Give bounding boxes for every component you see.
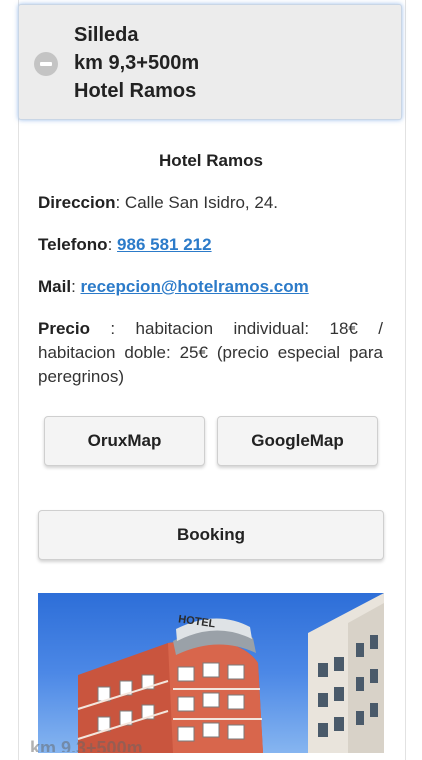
mail-line: Mail: recepcion@hotelramos.com	[38, 275, 383, 299]
hotel-title: Hotel Ramos	[159, 151, 263, 170]
oruxmap-button[interactable]: OruxMap	[44, 416, 205, 466]
phone-separator: :	[107, 235, 118, 254]
mail-label: Mail	[38, 277, 72, 296]
price-value: : habitacion individual: 18€ / habitacio…	[38, 319, 383, 386]
header-text: Silleda km 9,3+500m Hotel Ramos	[74, 21, 199, 105]
booking-button[interactable]: Booking	[38, 510, 384, 560]
collapse-minus-icon[interactable]	[34, 52, 58, 76]
phone-label: Telefono	[38, 235, 108, 254]
hotel-building-image: HOTEL	[77, 593, 384, 753]
price-label: Precio	[38, 319, 90, 338]
section-header[interactable]: Silleda km 9,3+500m Hotel Ramos	[18, 4, 402, 120]
hotel-photo: HOTEL	[38, 593, 384, 753]
mail-separator: :	[71, 277, 81, 296]
phone-line: Telefono: 986 581 212	[38, 233, 383, 257]
header-location: Silleda	[74, 24, 139, 46]
googlemap-button[interactable]: GoogleMap	[217, 416, 378, 466]
header-hotel-name: Hotel Ramos	[74, 80, 197, 102]
address-line: Direccion: Calle San Isidro, 24.	[38, 191, 383, 215]
phone-link[interactable]: 986 581 212	[117, 235, 212, 254]
header-km: km 9,3+500m	[74, 52, 200, 74]
mail-link[interactable]: recepcion@hotelramos.com	[81, 277, 309, 296]
address-label: Direccion	[38, 193, 116, 212]
address-value: : Calle San Isidro, 24.	[115, 193, 279, 212]
price-line: Precio : habitacion individual: 18€ / ha…	[38, 317, 383, 389]
